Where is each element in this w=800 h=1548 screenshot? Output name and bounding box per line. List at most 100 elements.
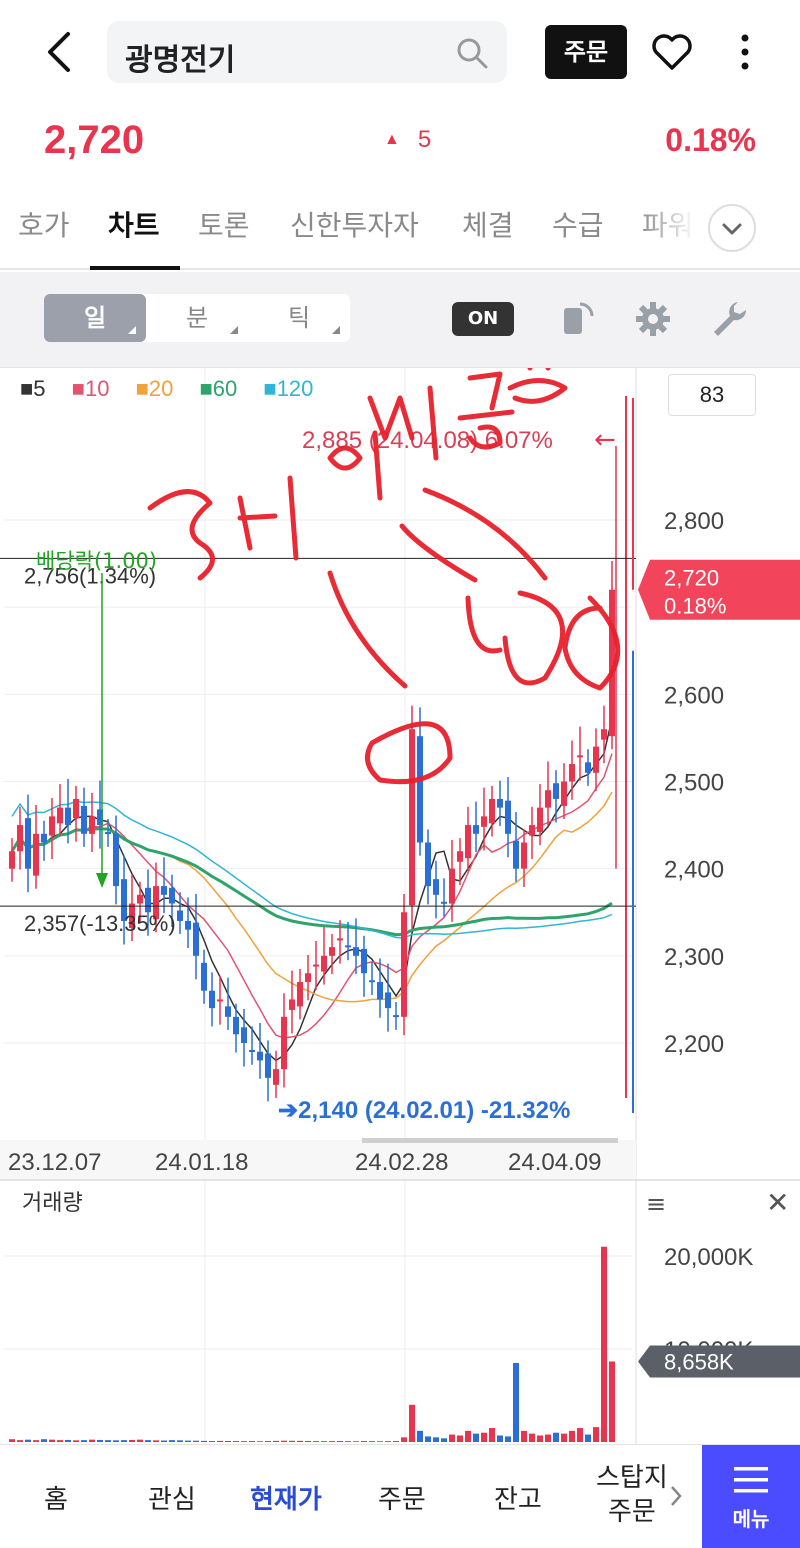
nav-stop-order[interactable]: 스탑지 주문 [596, 1461, 668, 1529]
nav-order[interactable]: 주문 [378, 1479, 426, 1516]
volume-bar [385, 1441, 391, 1442]
tab-supply[interactable]: 수급 [552, 204, 604, 244]
candle-body [49, 816, 55, 836]
wrench-tool-icon[interactable] [708, 298, 750, 340]
volume-bar [25, 1439, 31, 1442]
order-button[interactable]: 주문 [545, 25, 627, 79]
candle-body [233, 1016, 239, 1035]
search-icon[interactable] [455, 36, 489, 70]
ma-legend: ■5 ■10 ■20 ■60 ■120 [20, 376, 333, 402]
candle-body [449, 868, 455, 904]
nav-stop-order-line1: 스탑지 [596, 1463, 668, 1493]
nav-balance[interactable]: 잔고 [494, 1479, 542, 1516]
y-tick-label: 2,300 [664, 944, 724, 971]
volume-bar [521, 1430, 527, 1442]
up-triangle-icon: ▲ [384, 131, 400, 148]
candle-body [145, 887, 151, 913]
x-tick-label: 24.02.28 [355, 1149, 448, 1176]
volume-bar [233, 1441, 239, 1442]
candle-body [169, 887, 175, 904]
tab-quotes[interactable]: 호가 [18, 204, 70, 244]
volume-bar [225, 1440, 231, 1442]
volume-bar [201, 1440, 207, 1442]
volume-bar [609, 1361, 615, 1442]
volume-bar [249, 1441, 255, 1442]
back-icon[interactable] [40, 30, 80, 74]
nav-watchlist[interactable]: 관심 [148, 1479, 196, 1516]
volume-bar [129, 1439, 135, 1442]
rotate-screen-icon[interactable] [556, 298, 598, 340]
top-bar: 광명전기 주문 [0, 0, 800, 105]
x-tick-label: 23.12.07 [8, 1149, 101, 1176]
candle-body [105, 832, 111, 835]
candle-body [553, 783, 559, 799]
candle-body [137, 894, 143, 904]
tabs-expand-button[interactable] [708, 204, 756, 252]
menu-label: 메뉴 [732, 1507, 770, 1531]
volume-bar [553, 1432, 559, 1442]
tab-discussion[interactable]: 토론 [198, 204, 250, 244]
candle-body [457, 851, 463, 862]
volume-bar [585, 1434, 591, 1442]
volume-current-tag-label: 8,658K [664, 1349, 734, 1374]
more-vertical-icon[interactable] [730, 30, 760, 74]
high-arrow-icon: ← [594, 425, 616, 455]
period-minute-label: 분 [185, 304, 209, 332]
nav-current-price[interactable]: 현재가 [250, 1479, 322, 1516]
period-day-button[interactable]: 일 [44, 294, 146, 342]
volume-bar [393, 1441, 399, 1442]
volume-bar [41, 1439, 47, 1442]
favorite-heart-icon[interactable] [650, 30, 694, 74]
dividend-label: 배당락(1.00) [36, 549, 157, 573]
handwritten-stroke [465, 590, 566, 686]
volume-bar [257, 1441, 263, 1442]
candle-body [497, 798, 503, 808]
handwritten-stroke [365, 721, 453, 785]
legend-ma20-label: 20 [148, 376, 174, 401]
period-minute-button[interactable]: 분 [146, 294, 248, 342]
volume-bar [289, 1440, 295, 1442]
tab-chart[interactable]: 차트 [108, 204, 160, 244]
nav-home[interactable]: 홈 [44, 1479, 68, 1516]
candle-body [17, 825, 23, 852]
reference-label: 2,357(-13.35%) [24, 911, 176, 936]
candle-body [369, 980, 375, 983]
volume-bar [329, 1441, 335, 1442]
volume-bar [465, 1430, 471, 1442]
candle-body [537, 807, 543, 833]
legend-ma20: ■20 [135, 376, 174, 401]
stock-search-box[interactable]: 광명전기 [107, 21, 507, 83]
volume-bar [17, 1440, 23, 1442]
handwritten-stroke [237, 475, 299, 561]
candle-body [345, 945, 351, 948]
handwritten-stroke [327, 570, 408, 689]
volume-bar [273, 1440, 279, 1442]
volume-y-tick: 20,000K [664, 1244, 753, 1271]
volume-bars: 거래량≡✕20,000K10,000K8,658K [4, 1186, 800, 1442]
candle-body [577, 755, 583, 758]
candle-body [409, 729, 415, 906]
settings-gear-icon[interactable] [632, 298, 674, 340]
volume-bar [489, 1428, 495, 1442]
y-axis-scale-box[interactable]: 83 [668, 374, 756, 416]
period-tick-button[interactable]: 틱 [248, 294, 350, 342]
volume-bar [161, 1440, 167, 1442]
volume-bar [569, 1430, 575, 1442]
candle-body [569, 764, 575, 782]
x-tick-label: 24.01.18 [155, 1149, 248, 1176]
indicator-toggle[interactable]: ON [452, 302, 514, 336]
candle-body [377, 981, 383, 1000]
tab-shinhan-investor[interactable]: 신한투자자 [290, 204, 419, 244]
menu-button[interactable]: 메뉴 [702, 1445, 800, 1548]
period-day-label: 일 [83, 304, 107, 332]
tab-trades[interactable]: 체결 [462, 204, 514, 244]
legend-ma120-label: 120 [276, 376, 314, 401]
volume-bar [457, 1435, 463, 1442]
volume-bar [401, 1437, 407, 1442]
chevron-down-icon [722, 223, 742, 235]
volume-bar [337, 1440, 343, 1442]
chevron-right-icon[interactable] [668, 1483, 684, 1509]
candle-body [593, 746, 599, 773]
price-chart[interactable]: 2,8002,7002,6002,5002,4002,3002,200 거래량≡… [0, 368, 800, 1444]
volume-bar [537, 1435, 543, 1442]
